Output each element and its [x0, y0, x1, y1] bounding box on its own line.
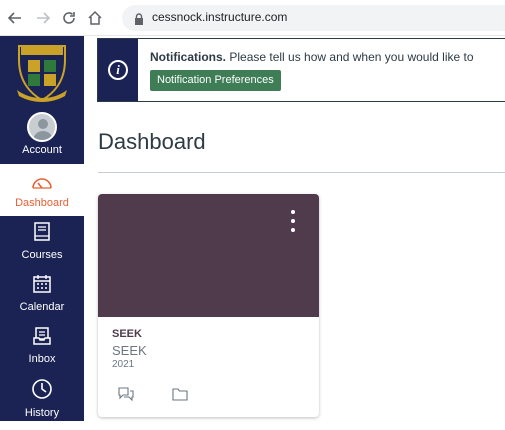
- home-icon[interactable]: [86, 9, 104, 27]
- nav-dashboard-label: Dashboard: [15, 197, 69, 209]
- page-title: Dashboard: [98, 129, 206, 154]
- avatar: [27, 112, 57, 142]
- course-name: SEEK: [112, 343, 147, 358]
- notification-banner: i Notifications. Please tell us how and …: [97, 38, 505, 102]
- more-options-icon[interactable]: [288, 210, 298, 232]
- nav-calendar-label: Calendar: [19, 301, 65, 313]
- reload-icon[interactable]: [60, 9, 78, 27]
- calendar-icon: [32, 274, 52, 299]
- nav-inbox[interactable]: Inbox: [0, 326, 84, 378]
- global-navigation: Account Dashboard Courses Calendar Inbox…: [0, 36, 84, 421]
- nav-courses-label: Courses: [21, 249, 63, 261]
- notification-body: Please tell us how and when you would li…: [226, 50, 474, 64]
- course-card-hero[interactable]: [98, 194, 319, 317]
- nav-courses[interactable]: Courses: [0, 222, 84, 274]
- nav-inbox-label: Inbox: [28, 353, 56, 365]
- browser-toolbar: cessnock.instructure.com: [0, 0, 505, 36]
- dashboard-icon: [30, 174, 54, 195]
- course-term: 2021: [112, 359, 135, 370]
- notification-icon-strip: i: [98, 39, 138, 101]
- nav-dashboard[interactable]: Dashboard: [0, 164, 84, 216]
- nav-account-label: Account: [22, 144, 62, 156]
- nav-account[interactable]: Account: [0, 112, 84, 164]
- lock-icon: [134, 12, 144, 30]
- clock-icon: [31, 378, 53, 405]
- notification-preferences-button[interactable]: Notification Preferences: [150, 70, 281, 91]
- files-folder-icon[interactable]: [172, 386, 188, 402]
- address-bar[interactable]: cessnock.instructure.com: [122, 5, 505, 31]
- back-arrow-icon[interactable]: [6, 9, 24, 27]
- discussions-icon[interactable]: [118, 386, 134, 402]
- url-text: cessnock.instructure.com: [152, 10, 288, 24]
- divider: [98, 172, 505, 173]
- nav-history[interactable]: History: [0, 378, 84, 430]
- nav-history-label: History: [24, 407, 60, 419]
- nav-calendar[interactable]: Calendar: [0, 274, 84, 326]
- course-card[interactable]: SEEK SEEK 2021: [98, 194, 319, 417]
- notification-message: Notifications. Please tell us how and wh…: [150, 50, 474, 64]
- info-icon: i: [108, 60, 128, 80]
- inbox-icon: [32, 326, 52, 351]
- course-code[interactable]: SEEK: [112, 328, 142, 340]
- school-crest-logo[interactable]: [15, 42, 69, 102]
- notification-title: Notifications.: [150, 50, 227, 64]
- forward-arrow-icon[interactable]: [34, 9, 52, 27]
- book-icon: [33, 222, 51, 247]
